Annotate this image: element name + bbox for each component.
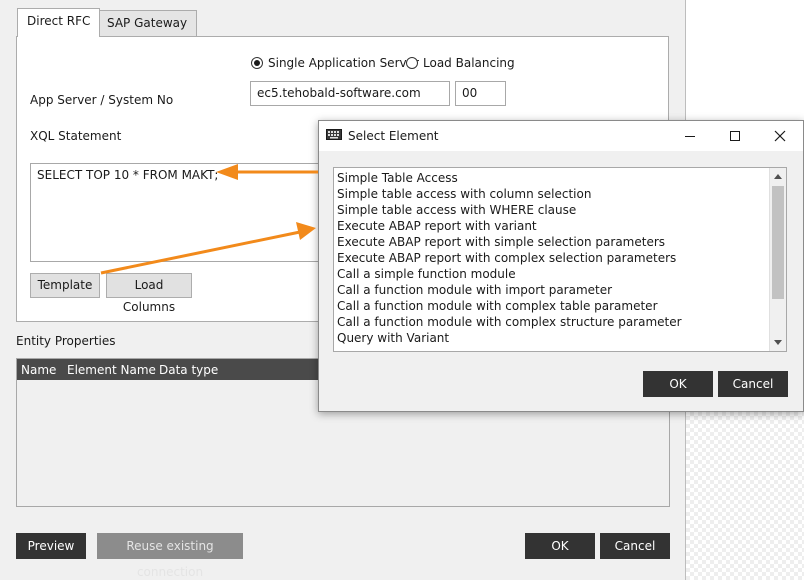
tab-direct-rfc[interactable]: Direct RFC (17, 8, 101, 37)
annotation-arrows (100, 164, 318, 275)
arrow-to-xql-icon (216, 164, 318, 180)
arrow-from-template-icon (100, 222, 316, 275)
